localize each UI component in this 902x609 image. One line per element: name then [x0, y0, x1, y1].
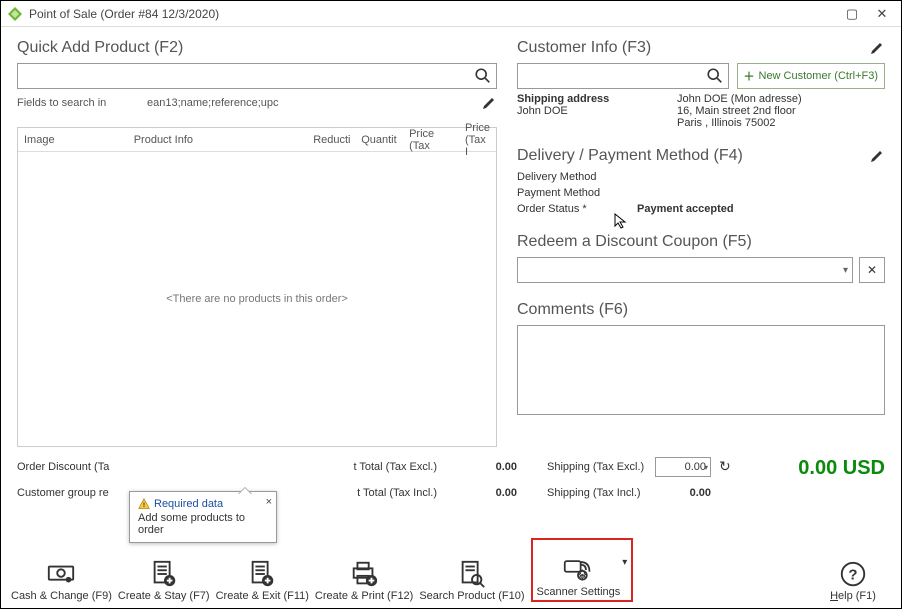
order-status-value: Payment accepted	[637, 203, 885, 215]
window-maximize-icon[interactable]: ▢	[837, 6, 867, 22]
shipping-excl-stepper[interactable]: 0.00	[655, 457, 711, 477]
cash-label: Cash & Change (F9)	[11, 590, 112, 602]
create-exit-button[interactable]: Create & Exit (F11)	[216, 546, 309, 602]
fields-value: ean13;name;reference;upc	[147, 97, 481, 109]
order-discount-label: Order Discount (Ta	[17, 461, 157, 473]
edit-customer-icon[interactable]	[869, 40, 885, 56]
search-product-label: Search Product (F10)	[419, 590, 524, 602]
col-qty: Quantit	[355, 134, 403, 146]
chevron-down-icon: ▾	[843, 265, 848, 276]
tooltip-body: Add some products to order	[138, 512, 256, 536]
col-image: Image	[18, 134, 128, 146]
quick-add-title: Quick Add Product (F2)	[17, 39, 497, 57]
empty-products-msg: <There are no products in this order>	[166, 293, 348, 305]
delivery-title-label: Delivery / Payment Method (F4)	[517, 147, 743, 165]
coupon-clear-button[interactable]: ✕	[859, 257, 885, 283]
bottom-toolbar: Cash & Change (F9) Create & Stay (F7) Cr…	[11, 538, 891, 602]
shipping-line1: 16, Main street 2nd floor	[677, 105, 885, 117]
coupon-combobox[interactable]: ▾	[517, 257, 853, 283]
cash-change-button[interactable]: Cash & Change (F9)	[11, 546, 112, 602]
shipping-name-left: John DOE	[517, 105, 677, 117]
shipping-incl-value: 0.00	[655, 487, 711, 499]
total-incl-label: t Total (Tax Incl.)	[327, 487, 437, 499]
help-label: Help (F1)	[830, 590, 876, 602]
delivery-method-label: Delivery Method	[517, 171, 637, 183]
comments-title-label: Comments (F6)	[517, 301, 628, 319]
new-customer-label: New Customer (Ctrl+F3)	[759, 70, 879, 82]
svg-text:!: !	[143, 502, 145, 509]
customer-search-input[interactable]	[522, 65, 706, 87]
products-table-header: Image Product Info Reducti Quantit Price…	[18, 128, 496, 152]
validation-tooltip: × ! Required data Add some products to o…	[129, 491, 277, 543]
search-icon[interactable]	[474, 67, 492, 85]
window-title: Point of Sale (Order #84 12/3/2020)	[29, 7, 837, 21]
tooltip-close-button[interactable]: ×	[266, 496, 272, 508]
col-price-excl: Price (Tax	[403, 128, 459, 152]
comments-textarea[interactable]	[517, 325, 885, 415]
create-print-button[interactable]: Create & Print (F12)	[315, 546, 413, 602]
scanner-icon	[562, 554, 594, 586]
grand-total: 0.00 USD	[798, 457, 885, 480]
help-icon: ?	[837, 558, 869, 590]
delivery-title: Delivery / Payment Method (F4)	[517, 147, 885, 165]
scanner-label: Scanner Settings	[537, 586, 621, 598]
coupon-title-label: Redeem a Discount Coupon (F5)	[517, 233, 752, 251]
exit-label: Create & Exit (F11)	[216, 590, 309, 602]
comments-title: Comments (F6)	[517, 301, 885, 319]
shipping-incl-label: Shipping (Tax Incl.)	[547, 487, 647, 499]
shipping-address-label: Shipping address	[517, 93, 677, 105]
customer-title-label: Customer Info (F3)	[517, 39, 651, 57]
plus-icon: ＋	[744, 68, 755, 84]
products-table-body: <There are no products in this order>	[18, 152, 496, 446]
quick-add-search[interactable]	[17, 63, 497, 89]
shipping-line2: Paris , Illinois 75002	[677, 117, 885, 129]
document-plus-icon	[148, 558, 180, 590]
customer-info-title: Customer Info (F3)	[517, 39, 885, 57]
total-excl-label: t Total (Tax Excl.)	[327, 461, 437, 473]
edit-delivery-icon[interactable]	[869, 148, 885, 164]
printer-plus-icon	[348, 558, 380, 590]
fields-to-search-row: Fields to search in ean13;name;reference…	[17, 93, 497, 113]
customer-search[interactable]	[517, 63, 729, 89]
warning-icon: !	[138, 498, 150, 510]
new-customer-button[interactable]: ＋ New Customer (Ctrl+F3)	[737, 63, 886, 89]
order-status-label: Order Status *	[517, 203, 637, 215]
edit-fields-icon[interactable]	[481, 95, 497, 111]
tooltip-title: Required data	[154, 498, 223, 510]
payment-method-label: Payment Method	[517, 187, 637, 199]
document-plus-icon	[246, 558, 278, 590]
delivery-method-value	[637, 171, 885, 183]
print-label: Create & Print (F12)	[315, 590, 413, 602]
window-close-icon[interactable]: ✕	[867, 6, 897, 22]
total-excl-value: 0.00	[467, 461, 517, 473]
document-search-icon	[456, 558, 488, 590]
scanner-dropdown-arrow[interactable]: ▾	[622, 557, 627, 568]
quick-add-input[interactable]	[22, 65, 474, 87]
shipping-excl-value: 0.00	[685, 461, 706, 473]
coupon-title: Redeem a Discount Coupon (F5)	[517, 233, 885, 251]
total-incl-value: 0.00	[467, 487, 517, 499]
search-product-button[interactable]: Search Product (F10)	[419, 546, 524, 602]
shipping-name: John DOE (Mon adresse)	[677, 93, 885, 105]
stay-label: Create & Stay (F7)	[118, 590, 210, 602]
scanner-settings-highlight: Scanner Settings ▾	[531, 538, 634, 602]
col-info: Product Info	[128, 134, 307, 146]
svg-text:?: ?	[848, 567, 857, 584]
app-logo-icon	[7, 6, 23, 22]
search-icon[interactable]	[706, 67, 724, 85]
reload-icon[interactable]: ↻	[719, 458, 737, 476]
col-reduction: Reducti	[307, 134, 355, 146]
create-stay-button[interactable]: Create & Stay (F7)	[118, 546, 210, 602]
fields-label: Fields to search in	[17, 97, 147, 109]
cash-icon	[45, 558, 77, 590]
close-icon: ✕	[867, 263, 877, 277]
payment-method-value	[637, 187, 885, 199]
products-table: Image Product Info Reducti Quantit Price…	[17, 127, 497, 447]
scanner-settings-button[interactable]: Scanner Settings	[537, 542, 621, 598]
quick-add-label: Quick Add Product (F2)	[17, 39, 183, 57]
shipping-excl-label: Shipping (Tax Excl.)	[547, 461, 647, 473]
titlebar: Point of Sale (Order #84 12/3/2020) ▢ ✕	[1, 1, 901, 27]
help-button[interactable]: ? Help (F1)	[815, 546, 891, 602]
